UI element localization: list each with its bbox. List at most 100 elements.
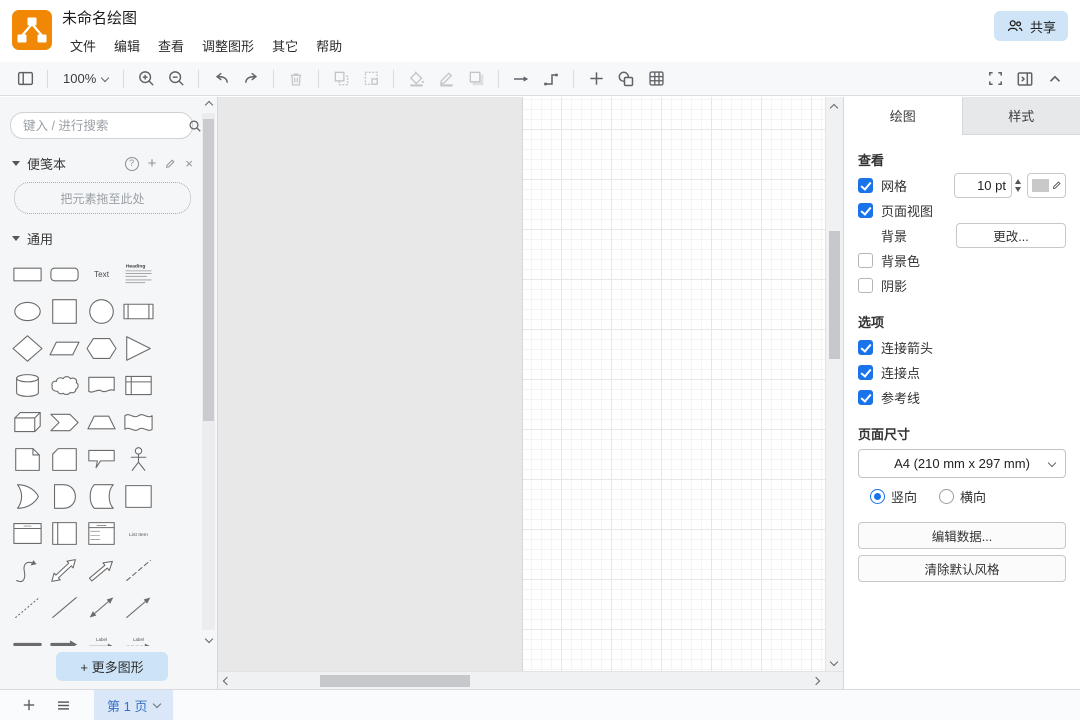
shape-data-storage[interactable] [83, 478, 120, 515]
menu-edit[interactable]: 编辑 [105, 34, 149, 57]
scroll-down-icon[interactable] [204, 635, 213, 644]
shape-label-connector-2[interactable]: Label [120, 626, 157, 646]
edit-data-button[interactable]: 编辑数据... [858, 522, 1066, 549]
zoom-in-icon[interactable] [131, 66, 161, 92]
connection-arrows-checkbox[interactable] [858, 340, 873, 355]
menu-view[interactable]: 查看 [149, 34, 193, 57]
format-panel-toggle-icon[interactable] [1010, 66, 1040, 92]
menu-help[interactable]: 帮助 [307, 34, 351, 57]
shape-callout[interactable] [83, 441, 120, 478]
page-tab[interactable]: 第 1 页 [94, 690, 173, 720]
insert-shape-icon[interactable] [611, 66, 641, 92]
panel-toggle-icon[interactable] [10, 66, 40, 92]
shape-container-titled[interactable] [9, 515, 46, 552]
canvas-horizontal-scrollbar[interactable] [218, 671, 843, 690]
shape-label-connector-1[interactable]: Label [83, 626, 120, 646]
share-button[interactable]: 共享 [994, 11, 1068, 41]
vertical-scrollbar-thumb[interactable] [829, 231, 840, 359]
shadow-checkbox[interactable] [858, 278, 873, 293]
shape-process[interactable] [120, 293, 157, 330]
scratchpad-header[interactable]: 便笺本 ? + × [12, 154, 193, 173]
shape-dashed-line[interactable] [120, 552, 157, 589]
shape-parallelogram[interactable] [46, 330, 83, 367]
menu-arrange[interactable]: 调整图形 [193, 34, 263, 57]
scratchpad-close-icon[interactable]: × [185, 157, 193, 170]
page-size-select[interactable]: A4 (210 mm x 297 mm) [858, 449, 1066, 478]
canvas-vertical-scrollbar[interactable] [825, 97, 843, 672]
zoom-dropdown[interactable]: 100% [55, 66, 116, 92]
menu-extras[interactable]: 其它 [263, 34, 307, 57]
shape-hexagon[interactable] [83, 330, 120, 367]
shape-list-item[interactable]: List Item [120, 515, 157, 552]
shape-cloud[interactable] [46, 367, 83, 404]
undo-icon[interactable] [206, 66, 236, 92]
clear-default-style-button[interactable]: 清除默认风格 [858, 555, 1066, 582]
landscape-option[interactable]: 横向 [939, 487, 986, 506]
line-color-icon[interactable] [431, 66, 461, 92]
horizontal-scrollbar-thumb[interactable] [320, 675, 470, 687]
menu-file[interactable]: 文件 [61, 34, 105, 57]
scroll-left-icon[interactable] [220, 674, 234, 688]
shape-rounded-rectangle[interactable] [46, 256, 83, 293]
shape-triangle[interactable] [120, 330, 157, 367]
shape-circle[interactable] [83, 293, 120, 330]
shape-curve[interactable] [9, 552, 46, 589]
sidebar-scrollbar[interactable] [202, 99, 215, 644]
shape-rectangle[interactable] [9, 256, 46, 293]
scroll-up-icon[interactable] [204, 99, 213, 108]
page-view-checkbox[interactable] [858, 203, 873, 218]
tab-diagram[interactable]: 绘图 [844, 97, 962, 135]
shape-ellipse[interactable] [9, 293, 46, 330]
background-change-button[interactable]: 更改... [956, 223, 1066, 248]
shape-textbox[interactable]: Heading [120, 256, 157, 293]
shape-document[interactable] [83, 367, 120, 404]
fill-color-icon[interactable] [401, 66, 431, 92]
pages-menu-icon[interactable] [46, 691, 80, 719]
scratchpad-add-icon[interactable]: + [148, 156, 157, 171]
sidebar-scrollbar-thumb[interactable] [203, 119, 214, 421]
collapse-toolbar-icon[interactable] [1040, 66, 1070, 92]
scroll-down-icon[interactable] [827, 656, 841, 670]
shape-bidirectional-connector[interactable] [83, 589, 120, 626]
portrait-option[interactable]: 竖向 [870, 487, 917, 506]
delete-icon[interactable] [281, 66, 311, 92]
scroll-up-icon[interactable] [827, 99, 841, 113]
shape-cube[interactable] [9, 404, 46, 441]
shape-vertical-container[interactable] [46, 515, 83, 552]
shape-actor[interactable] [120, 441, 157, 478]
shape-diamond[interactable] [9, 330, 46, 367]
general-section-header[interactable]: 通用 [12, 229, 193, 248]
redo-icon[interactable] [236, 66, 266, 92]
shape-cylinder[interactable] [9, 367, 46, 404]
to-back-icon[interactable] [356, 66, 386, 92]
shape-square[interactable] [46, 293, 83, 330]
insert-table-icon[interactable] [641, 66, 671, 92]
grid-color-button[interactable] [1027, 173, 1066, 198]
shape-list[interactable] [83, 515, 120, 552]
insert-icon[interactable] [581, 66, 611, 92]
scratchpad-edit-icon[interactable] [165, 158, 176, 169]
grid-checkbox[interactable] [858, 178, 873, 193]
search-icon[interactable] [188, 119, 202, 133]
shape-directional-connector[interactable] [120, 589, 157, 626]
add-page-icon[interactable] [12, 691, 46, 719]
scratchpad-help-icon[interactable]: ? [125, 157, 139, 171]
shape-arrow[interactable] [83, 552, 120, 589]
shape-card[interactable] [46, 441, 83, 478]
shape-link[interactable] [9, 626, 46, 646]
shape-dotted-line[interactable] [9, 589, 46, 626]
grid-size-input[interactable] [954, 173, 1012, 198]
connection-points-checkbox[interactable] [858, 365, 873, 380]
drawing-canvas[interactable] [218, 97, 843, 690]
landscape-radio[interactable] [939, 489, 954, 504]
zoom-out-icon[interactable] [161, 66, 191, 92]
page-a4[interactable] [522, 97, 843, 672]
portrait-radio[interactable] [870, 489, 885, 504]
shape-search-input[interactable] [11, 119, 188, 133]
shape-internal-storage[interactable] [120, 367, 157, 404]
scratchpad-dropzone[interactable]: 把元素拖至此处 [14, 182, 191, 214]
shape-note[interactable] [9, 441, 46, 478]
shape-or[interactable] [9, 478, 46, 515]
shape-tape[interactable] [120, 404, 157, 441]
tab-style[interactable]: 样式 [962, 97, 1080, 134]
